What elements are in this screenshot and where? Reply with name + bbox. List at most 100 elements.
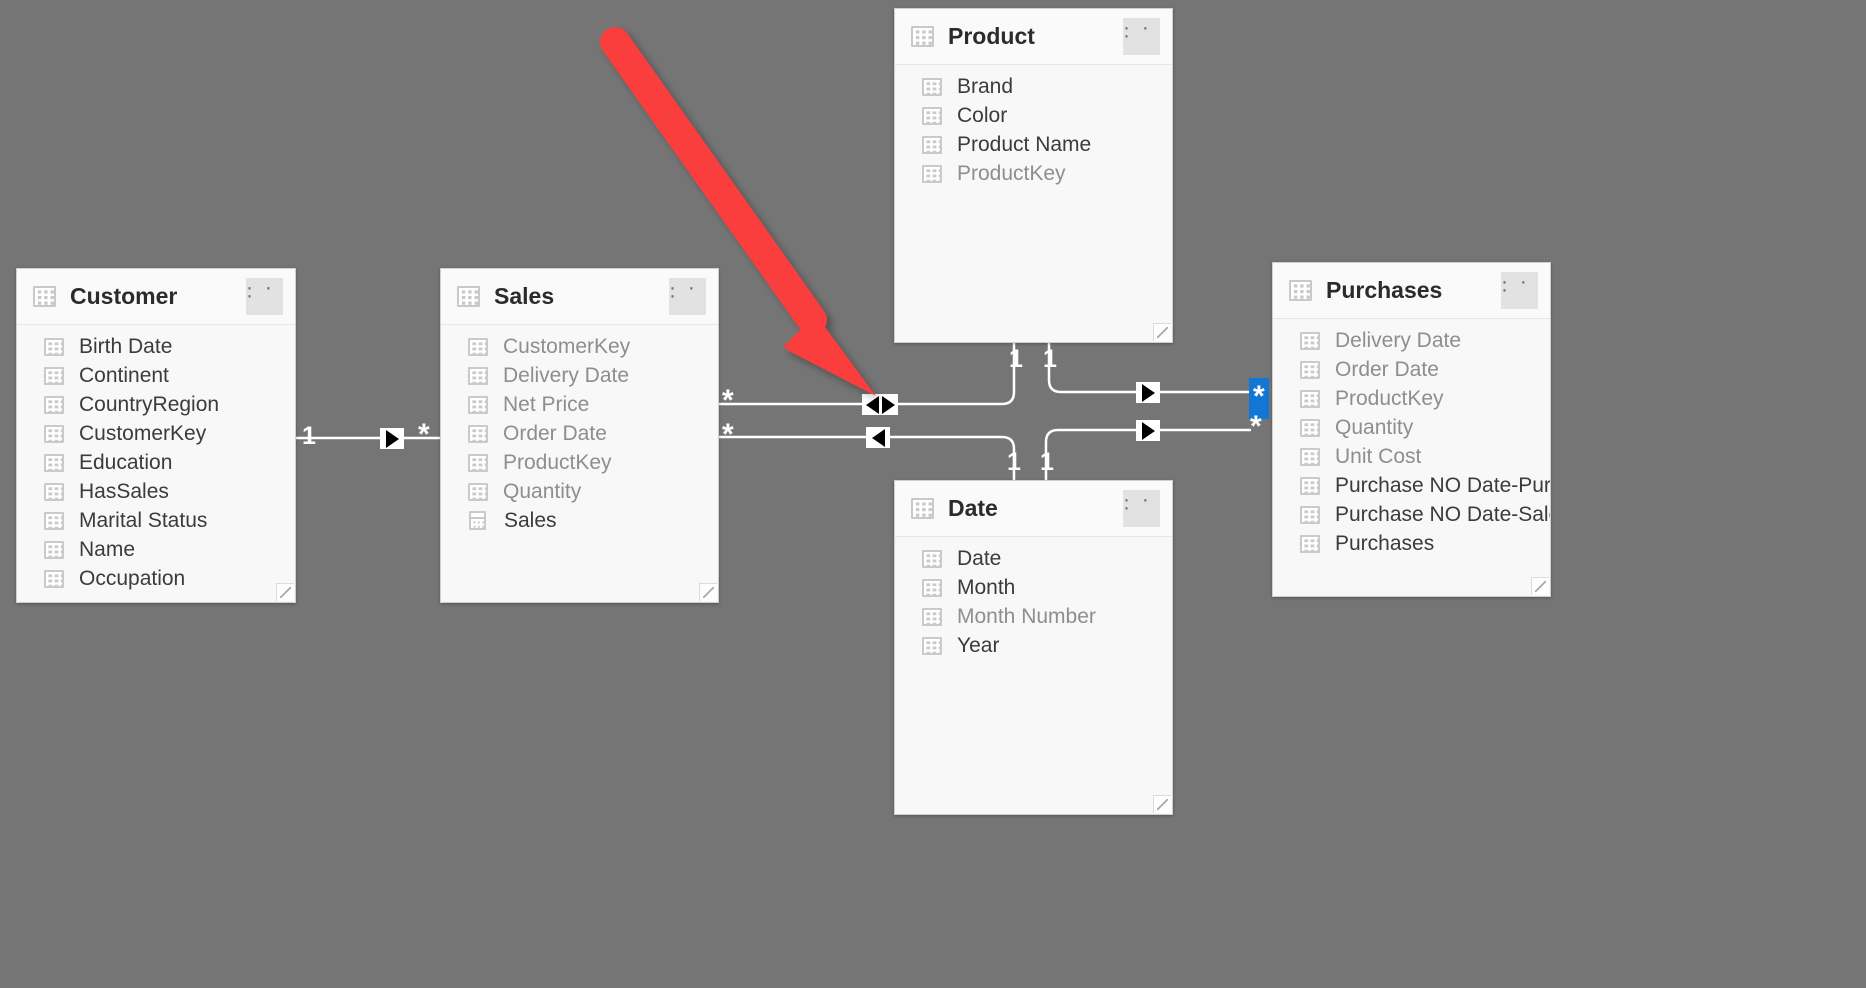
field-row[interactable]: HasSales (17, 477, 295, 506)
column-icon (922, 77, 942, 96)
field-row[interactable]: Order Date (441, 419, 718, 448)
field-row[interactable]: Purchase NO Date-Sales (1273, 500, 1550, 529)
column-icon (44, 366, 64, 385)
field-row[interactable]: Product Name (895, 130, 1172, 159)
table-card-purchases[interactable]: Purchases · · · Delivery Date Order Date… (1272, 262, 1551, 597)
table-icon (457, 286, 480, 307)
field-row[interactable]: Occupation (17, 564, 295, 593)
column-icon (468, 453, 488, 472)
table-header-sales[interactable]: Sales · · · (441, 269, 718, 325)
table-header-date[interactable]: Date · · · (895, 481, 1172, 537)
field-label: Marital Status (79, 508, 208, 532)
field-row[interactable]: Birth Date (17, 332, 295, 361)
column-icon (44, 482, 64, 501)
column-icon (1300, 418, 1320, 437)
triangle-left-icon (871, 428, 885, 447)
resize-handle[interactable] (699, 583, 717, 601)
table-header-purchases[interactable]: Purchases · · · (1273, 263, 1550, 319)
field-row[interactable]: ProductKey (1273, 384, 1550, 413)
field-label: Unit Cost (1335, 444, 1422, 468)
resize-handle[interactable] (276, 583, 294, 601)
table-icon (911, 498, 934, 519)
triangle-right-icon (1141, 383, 1155, 402)
field-row[interactable]: Net Price (441, 390, 718, 419)
field-label: ProductKey (1335, 386, 1444, 410)
table-menu-button[interactable]: · · · (669, 277, 706, 315)
triangle-right-icon (1141, 421, 1155, 440)
column-icon (1300, 447, 1320, 466)
field-label: Purchases (1335, 531, 1435, 555)
field-row[interactable]: Purchases (1273, 529, 1550, 558)
table-card-customer[interactable]: Customer · · · Birth Date Continent Coun… (16, 268, 296, 603)
cardinality-label: 1 (302, 422, 316, 450)
relationship-arrow-product-sales[interactable] (862, 394, 898, 415)
table-menu-button[interactable]: · · · (246, 277, 283, 315)
column-icon (468, 395, 488, 414)
column-icon (922, 106, 942, 125)
field-list-customer: Birth Date Continent CountryRegion Custo… (17, 325, 295, 602)
field-row[interactable]: Order Date (1273, 355, 1550, 384)
table-card-sales[interactable]: Sales · · · CustomerKey Delivery Date Ne… (440, 268, 719, 603)
column-icon (44, 569, 64, 588)
table-icon (911, 26, 934, 47)
field-row[interactable]: Month (895, 573, 1172, 602)
field-row[interactable]: Color (895, 101, 1172, 130)
relationship-arrow-product-purchases[interactable] (1136, 382, 1160, 403)
model-view-canvas[interactable]: 1 * * * 1 1 1 1 * * Customer · · · Birth… (0, 0, 1866, 988)
table-card-product[interactable]: Product · · · Brand Color Product Name P… (894, 8, 1173, 343)
column-icon (44, 395, 64, 414)
field-row[interactable]: Quantity (441, 477, 718, 506)
column-icon (468, 424, 488, 443)
field-row[interactable]: Unit Cost (1273, 442, 1550, 471)
field-row[interactable]: Continent (17, 361, 295, 390)
field-label: Month Number (957, 604, 1096, 628)
resize-handle[interactable] (1153, 795, 1171, 813)
field-row[interactable]: Delivery Date (441, 361, 718, 390)
relationship-arrow-date-sales[interactable] (866, 427, 890, 448)
field-row[interactable]: Brand (895, 72, 1172, 101)
field-row[interactable]: Education (17, 448, 295, 477)
relationship-arrow-date-purchases[interactable] (1136, 420, 1160, 441)
resize-handle[interactable] (1153, 323, 1171, 341)
field-row[interactable]: Date (895, 544, 1172, 573)
field-row[interactable]: Name (17, 535, 295, 564)
field-row[interactable]: Month Number (895, 602, 1172, 631)
column-icon (922, 135, 942, 154)
table-title: Purchases (1326, 277, 1443, 303)
field-label: Month (957, 575, 1016, 599)
column-icon (468, 482, 488, 501)
field-label: ProductKey (503, 450, 612, 474)
field-label: Continent (79, 363, 169, 387)
column-icon (922, 607, 942, 626)
field-label: CustomerKey (79, 421, 207, 445)
field-row[interactable]: CountryRegion (17, 390, 295, 419)
relationship-arrow-customer-sales[interactable] (380, 428, 404, 449)
field-row[interactable]: CustomerKey (17, 419, 295, 448)
field-row[interactable]: Marital Status (17, 506, 295, 535)
field-row[interactable]: Year (895, 631, 1172, 660)
field-list-product: Brand Color Product Name ProductKey (895, 65, 1172, 342)
cardinality-label: 1 (1040, 448, 1054, 476)
column-icon (44, 453, 64, 472)
field-label: Quantity (503, 479, 582, 503)
resize-handle[interactable] (1531, 577, 1549, 595)
field-label: Color (957, 103, 1008, 127)
field-row[interactable]: Sales (441, 506, 718, 535)
table-header-product[interactable]: Product · · · (895, 9, 1172, 65)
field-row[interactable]: Quantity (1273, 413, 1550, 442)
table-title: Sales (494, 283, 555, 309)
field-list-sales: CustomerKey Delivery Date Net Price Orde… (441, 325, 718, 602)
table-menu-button[interactable]: · · · (1501, 271, 1538, 309)
field-list-purchases: Delivery Date Order Date ProductKey Quan… (1273, 319, 1550, 596)
field-row[interactable]: ProductKey (441, 448, 718, 477)
field-label: Order Date (1335, 357, 1439, 381)
table-menu-button[interactable]: · · · (1123, 17, 1160, 55)
field-row[interactable]: Purchase NO Date-Purch… (1273, 471, 1550, 500)
field-row[interactable]: CustomerKey (441, 332, 718, 361)
table-header-customer[interactable]: Customer · · · (17, 269, 295, 325)
field-label: CountryRegion (79, 392, 220, 416)
field-row[interactable]: ProductKey (895, 159, 1172, 188)
table-card-date[interactable]: Date · · · Date Month Month Number Year (894, 480, 1173, 815)
field-row[interactable]: Delivery Date (1273, 326, 1550, 355)
table-menu-button[interactable]: · · · (1123, 489, 1160, 527)
